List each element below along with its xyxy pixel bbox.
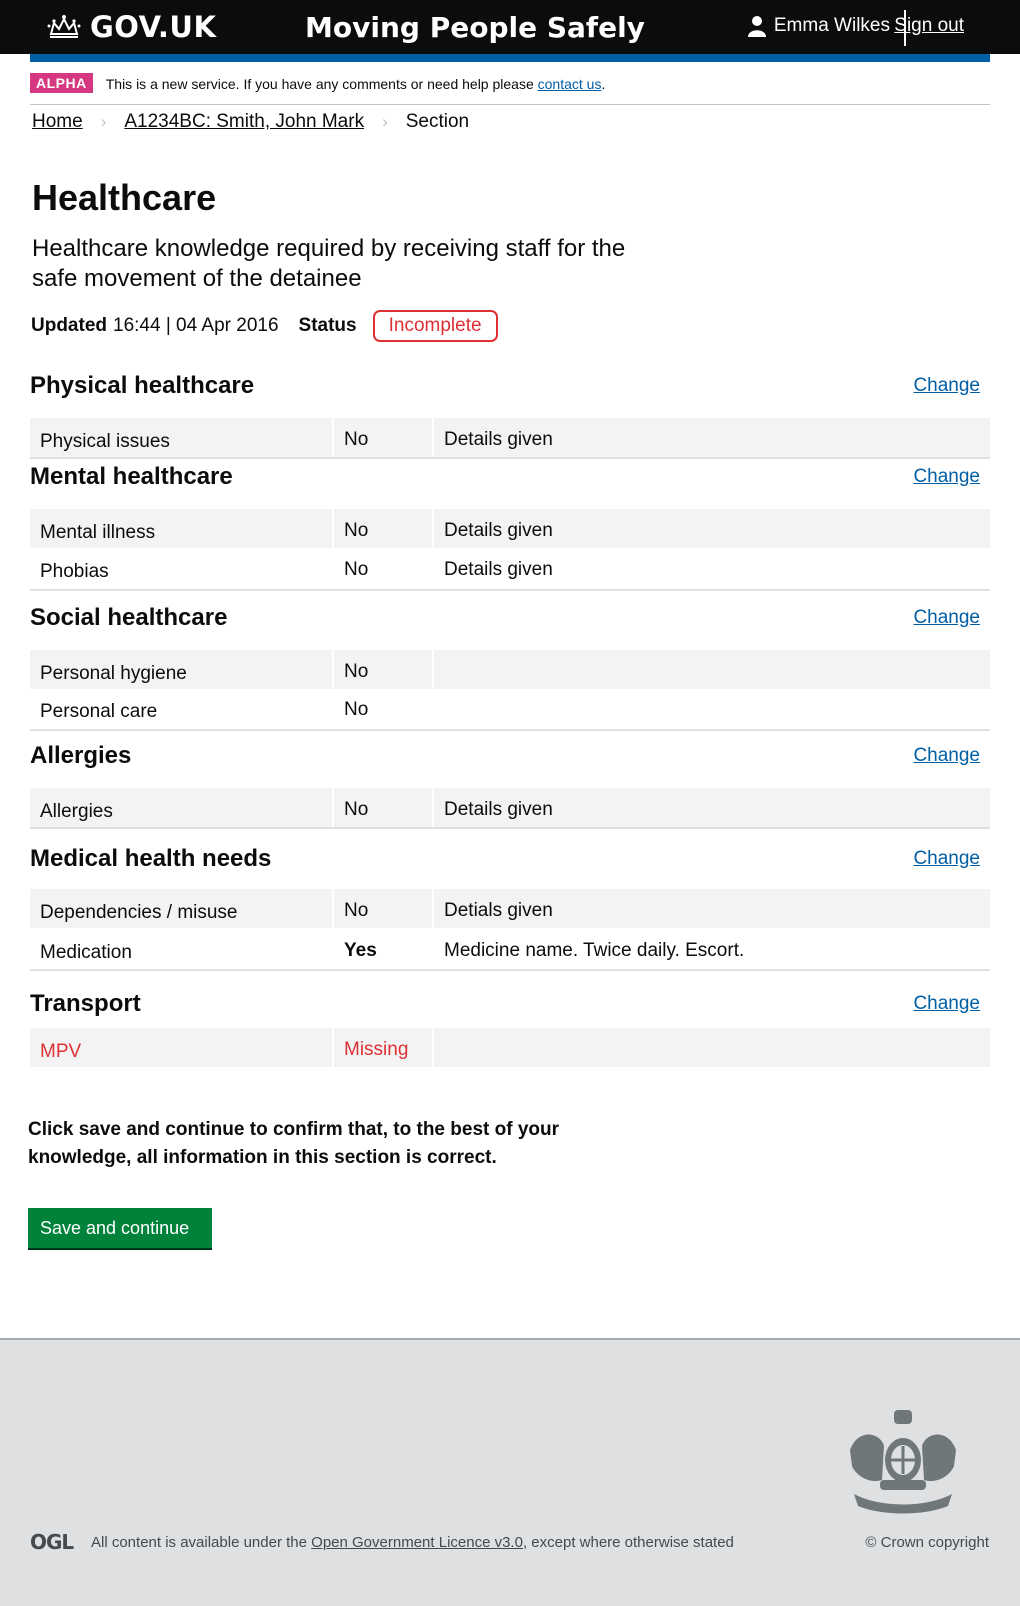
table-row: Medication Yes Medicine name. Twice dail… (30, 929, 990, 968)
licence-suffix: , except where otherwise stated (522, 1534, 734, 1551)
phase-text: This is a new service. If you have any c… (106, 73, 606, 92)
section-mental-healthcare: Mental healthcare Change (30, 463, 980, 491)
row-answer: No (344, 559, 369, 580)
section-allergies: Allergies Change (30, 742, 980, 770)
section-title: Physical healthcare (30, 372, 255, 399)
row-answer: No (334, 509, 432, 548)
row-answer: No (334, 889, 432, 928)
divider (30, 729, 990, 731)
table-row: Physical issues No Details given (30, 418, 990, 457)
row-label: Personal care (40, 701, 158, 722)
table-row: Mental illness No Details given (30, 509, 990, 548)
row-answer: No (344, 699, 369, 720)
row-details: Details given (444, 559, 553, 580)
updated-value: 16:44 | 04 Apr 2016 (113, 315, 279, 336)
licence-prefix: All content is available under the (91, 1534, 307, 1551)
breadcrumb-current: Section (405, 111, 470, 132)
change-transport-link[interactable]: Change (913, 993, 980, 1015)
change-physical-link[interactable]: Change (913, 375, 980, 397)
divider (30, 827, 990, 829)
section-title: Medical health needs (30, 845, 272, 872)
save-and-continue-button[interactable]: Save and continue (28, 1208, 212, 1248)
change-mental-link[interactable]: Change (913, 466, 980, 488)
row-label: Medication (40, 942, 132, 963)
user-icon (747, 16, 766, 37)
crown-copyright[interactable]: © Crown copyright (865, 1534, 989, 1551)
page-title: Healthcare (32, 177, 217, 218)
table-row: Dependencies / misuse No Detials given (30, 889, 990, 928)
row-details (434, 1028, 990, 1067)
change-medical-link[interactable]: Change (913, 848, 980, 870)
change-social-link[interactable]: Change (913, 607, 980, 629)
table-row: MPV Missing (30, 1028, 990, 1067)
row-details: Details given (434, 509, 990, 548)
chevron-right-icon: › (382, 112, 388, 131)
divider (30, 589, 990, 591)
chevron-right-icon: › (100, 112, 107, 131)
footer: OGL All content is available under the O… (0, 1338, 1020, 1606)
divider (30, 457, 990, 459)
row-label: Physical issues (30, 418, 332, 457)
section-title: Transport (30, 990, 141, 1017)
section-physical-healthcare: Physical healthcare Change (30, 372, 980, 400)
status-label: Status (298, 315, 357, 336)
row-label: MPV (30, 1028, 332, 1067)
row-label: Phobias (40, 561, 109, 582)
licence-text: All content is available under the Open … (91, 1534, 734, 1551)
section-title: Mental healthcare (30, 463, 233, 490)
phase-suffix: . (601, 76, 606, 92)
section-transport: Transport Change (30, 990, 980, 1018)
row-answer: No (334, 418, 432, 457)
royal-crest-icon (850, 1410, 956, 1514)
section-medical-health-needs: Medical health needs Change (30, 845, 980, 873)
row-answer: Missing (334, 1028, 432, 1067)
breadcrumb: Home › A1234BC: Smith, John Mark › Secti… (32, 111, 469, 133)
user-name: Emma Wilkes (773, 15, 890, 36)
row-details: Medicine name. Twice daily. Escort. (444, 940, 745, 961)
updated-label: Updated (31, 315, 107, 336)
section-title: Allergies (30, 742, 132, 769)
page-meta: Updated 16:44 | 04 Apr 2016 Status Incom… (31, 310, 498, 342)
alpha-tag: ALPHA (30, 73, 93, 93)
row-details: Details given (434, 788, 990, 827)
change-allergies-link[interactable]: Change (913, 745, 980, 767)
row-answer: No (334, 788, 432, 827)
sign-out-link[interactable]: Sign out (894, 15, 964, 37)
table-row: Personal hygiene No (30, 650, 990, 689)
licence-link[interactable]: Open Government Licence v3.0 (311, 1534, 523, 1551)
phase-banner: ALPHA This is a new service. If you have… (30, 73, 990, 105)
section-title: Social healthcare (30, 604, 228, 631)
table-row: Phobias No Details given (30, 548, 990, 587)
contact-us-link[interactable]: contact us (538, 76, 602, 92)
row-label: Allergies (30, 788, 332, 827)
user-info: Emma Wilkes (747, 15, 890, 37)
row-label: Mental illness (30, 509, 332, 548)
ogl-logo: OGL (30, 1530, 74, 1554)
row-answer: Yes (344, 940, 377, 961)
divider (30, 969, 990, 971)
status-badge: Incomplete (372, 310, 498, 342)
global-header: GOV.UK Moving People Safely Emma Wilkes … (0, 0, 1020, 54)
row-details (434, 688, 990, 727)
row-details: Details given (434, 418, 990, 457)
table-row: Personal care No (30, 688, 990, 727)
header-blue-bar (30, 54, 990, 62)
breadcrumb-detainee[interactable]: A1234BC: Smith, John Mark (124, 111, 364, 133)
row-answer: No (334, 650, 432, 689)
row-label: Dependencies / misuse (30, 889, 332, 928)
row-label: Personal hygiene (30, 650, 332, 689)
table-row: Allergies No Details given (30, 788, 990, 827)
row-details: Detials given (434, 889, 990, 928)
confirm-text: Click save and continue to confirm that,… (28, 1119, 560, 1168)
row-details (434, 650, 990, 689)
section-social-healthcare: Social healthcare Change (30, 604, 980, 632)
breadcrumb-home[interactable]: Home (32, 111, 83, 133)
page-lead: Healthcare knowledge required by receivi… (32, 235, 626, 292)
phase-message: This is a new service. If you have any c… (105, 76, 534, 92)
